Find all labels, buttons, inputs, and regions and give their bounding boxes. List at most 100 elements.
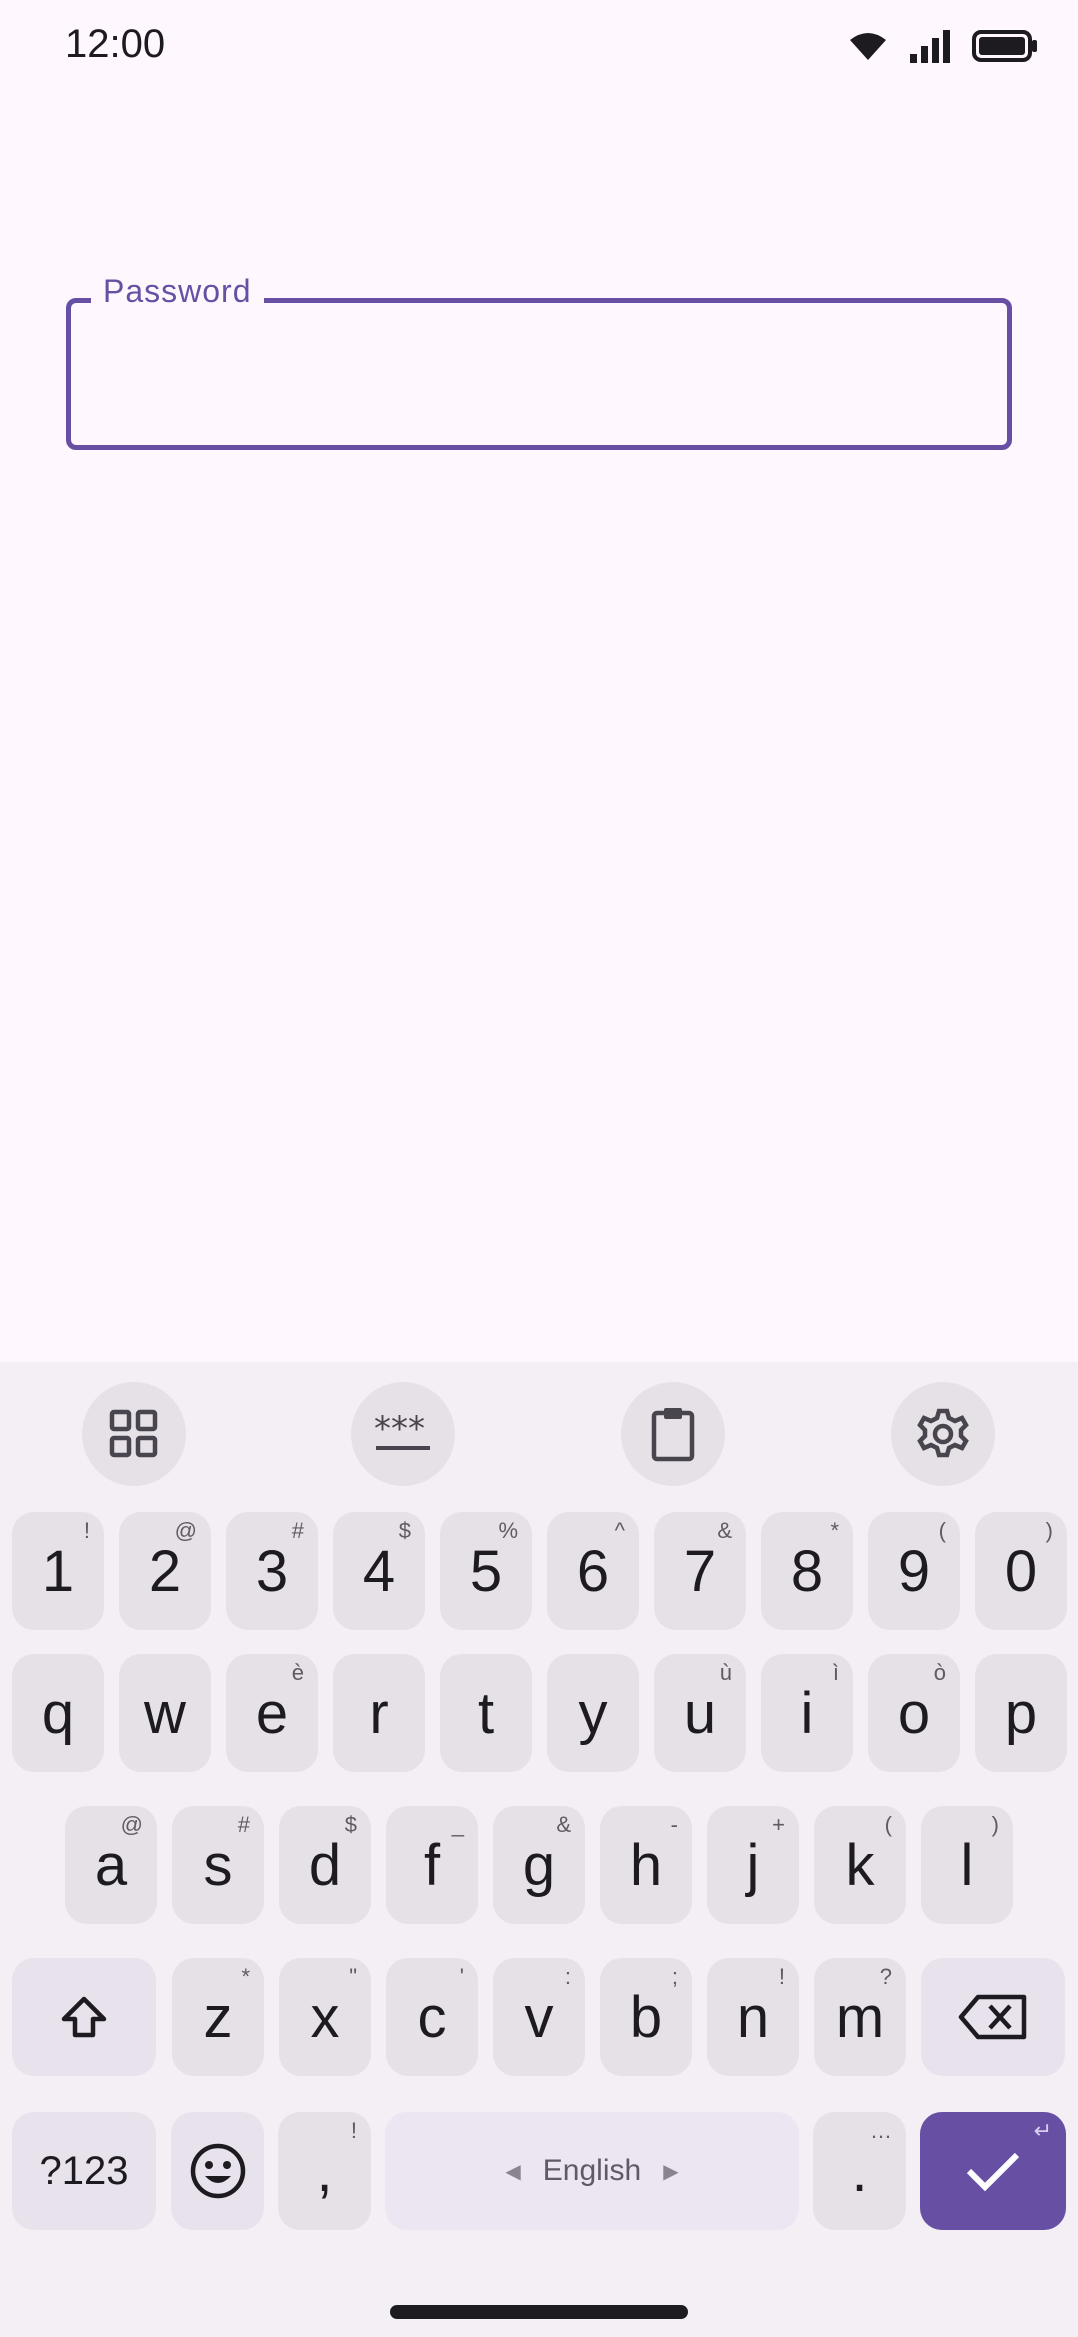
key-label: 7 — [683, 1538, 717, 1604]
home-indicator[interactable] — [390, 2305, 688, 2319]
apps-grid-icon — [109, 1409, 158, 1458]
key-0[interactable]: 0) — [975, 1512, 1067, 1630]
key-label: p — [1004, 1680, 1038, 1746]
key-label: 2 — [148, 1538, 182, 1604]
key-label: m — [835, 1984, 885, 2050]
soft-keyboard: *** 1! 2 @3 #4 $5% 6 ^ 7 & 8 * 9(0) q w e è r t y u ù i ì o ò p a @… — [0, 1362, 1078, 2337]
key-label: x — [310, 1984, 340, 2050]
key-3[interactable]: 3 # — [226, 1512, 318, 1630]
emoji-icon — [190, 2143, 245, 2199]
key-i[interactable]: iì — [761, 1654, 853, 1772]
clipboard-button[interactable] — [621, 1382, 725, 1486]
key-label: u — [683, 1680, 717, 1746]
keyboard-settings-button[interactable] — [891, 1382, 995, 1486]
key-label: 8 — [790, 1538, 824, 1604]
key-label: q — [41, 1680, 75, 1746]
key-u[interactable]: uù — [654, 1654, 746, 1772]
key-label: n — [736, 1984, 770, 2050]
done-key[interactable]: ↵ — [920, 2112, 1066, 2230]
key-g[interactable]: g & — [493, 1806, 585, 1924]
key-m[interactable]: m? — [814, 1958, 906, 2076]
key-c[interactable]: c ' — [386, 1958, 478, 2076]
key-d[interactable]: d $ — [279, 1806, 371, 1924]
key-label: a — [94, 1832, 128, 1898]
key-9[interactable]: 9( — [868, 1512, 960, 1630]
status-time: 12:00 — [65, 22, 166, 66]
key-l[interactable]: l) — [921, 1806, 1013, 1924]
battery-icon — [972, 30, 1037, 62]
password-field[interactable]: Password — [66, 273, 1012, 450]
key-1[interactable]: 1! — [12, 1512, 104, 1630]
key-e[interactable]: eè — [226, 1654, 318, 1772]
key-label: c — [417, 1984, 447, 2050]
key-r[interactable]: r — [333, 1654, 425, 1772]
key-z[interactable]: z * — [172, 1958, 264, 2076]
key-label: 0 — [1004, 1538, 1038, 1604]
key-label: 4 — [362, 1538, 396, 1604]
key-o[interactable]: oò — [868, 1654, 960, 1772]
key-hint: ) — [1045, 1518, 1053, 1543]
password-dots-icon: *** — [374, 1414, 430, 1450]
emoji-key[interactable] — [171, 2112, 264, 2230]
shift-key[interactable] — [12, 1958, 156, 2076]
key-hint: ' — [459, 1964, 464, 1989]
period-key-label: . — [851, 2138, 868, 2204]
key-label: 1 — [41, 1538, 75, 1604]
key-a[interactable]: a @ — [65, 1806, 157, 1924]
key-hint: " — [349, 1964, 357, 1989]
key-q[interactable]: q — [12, 1654, 104, 1772]
backspace-key[interactable] — [921, 1958, 1065, 2076]
key-hint: # — [237, 1812, 250, 1837]
space-key[interactable]: ◀ English ▶ — [385, 2112, 799, 2230]
key-h[interactable]: h- — [600, 1806, 692, 1924]
key-2[interactable]: 2 @ — [119, 1512, 211, 1630]
settings-gear-icon — [917, 1408, 969, 1458]
key-label: h — [629, 1832, 663, 1898]
key-label: o — [897, 1680, 931, 1746]
key-hint: ( — [884, 1812, 892, 1837]
key-label: w — [144, 1680, 186, 1746]
apps-grid-button[interactable] — [82, 1382, 186, 1486]
key-hint: + — [772, 1812, 785, 1837]
key-6[interactable]: 6 ^ — [547, 1512, 639, 1630]
password-mode-button[interactable]: *** — [351, 1382, 455, 1486]
key-hint: ^ — [614, 1518, 625, 1543]
key-hint: & — [717, 1518, 732, 1543]
password-input[interactable] — [101, 343, 985, 405]
key-n[interactable]: n! — [707, 1958, 799, 2076]
key-x[interactable]: x " — [279, 1958, 371, 2076]
key-label: j — [746, 1832, 760, 1898]
key-5[interactable]: 5% — [440, 1512, 532, 1630]
key-j[interactable]: j + — [707, 1806, 799, 1924]
key-t[interactable]: t — [440, 1654, 532, 1772]
password-label: Password — [91, 273, 264, 310]
key-4[interactable]: 4 $ — [333, 1512, 425, 1630]
key-label: i — [800, 1680, 814, 1746]
key-label: y — [578, 1680, 608, 1746]
key-7[interactable]: 7 & — [654, 1512, 746, 1630]
key-y[interactable]: y — [547, 1654, 639, 1772]
key-hint: - — [670, 1812, 678, 1837]
key-hint: ( — [938, 1518, 946, 1543]
key-k[interactable]: k( — [814, 1806, 906, 1924]
clipboard-icon — [651, 1408, 695, 1462]
key-hint: * — [830, 1518, 839, 1543]
symbols-key[interactable]: ?123 — [12, 2112, 156, 2230]
wifi-icon — [850, 33, 886, 60]
key-hint: ) — [991, 1812, 999, 1837]
cell-signal-icon — [910, 30, 950, 63]
key-p[interactable]: p — [975, 1654, 1067, 1772]
key-label: t — [477, 1680, 495, 1746]
comma-key[interactable]: , ! — [278, 2112, 371, 2230]
key-f[interactable]: f _ — [386, 1806, 478, 1924]
period-key[interactable]: . … — [813, 2112, 906, 2230]
key-v[interactable]: v: — [493, 1958, 585, 2076]
language-left-icon: ◀ — [505, 2160, 521, 2183]
key-hint: % — [498, 1518, 518, 1543]
key-8[interactable]: 8 * — [761, 1512, 853, 1630]
key-label: r — [369, 1680, 389, 1746]
key-b[interactable]: b; — [600, 1958, 692, 2076]
key-s[interactable]: s # — [172, 1806, 264, 1924]
key-label: 5 — [469, 1538, 503, 1604]
key-w[interactable]: w — [119, 1654, 211, 1772]
